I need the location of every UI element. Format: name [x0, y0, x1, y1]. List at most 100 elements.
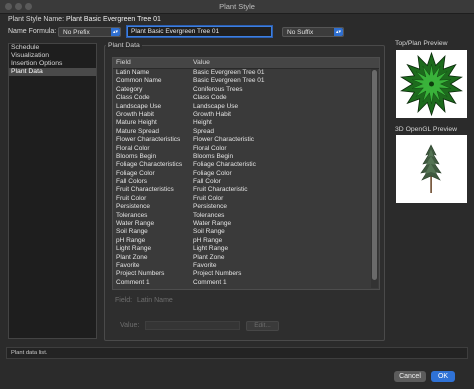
table-row[interactable]: Common Name Basic Evergreen Tree 01 [113, 77, 371, 85]
row-field: Fruit Characteristics [116, 186, 174, 194]
row-value: Foliage Characteristic [193, 161, 256, 169]
table-row[interactable]: Comment 1 Comment 1 [113, 279, 371, 287]
row-field: Project Numbers [116, 270, 165, 278]
row-field: Floral Color [116, 144, 150, 152]
table-row[interactable]: Landscape Use Landscape Use [113, 103, 371, 111]
table-row[interactable]: Flower Characteristics Flower Characteris… [113, 136, 371, 144]
row-value: Blooms Begin [193, 152, 234, 160]
table-header: Field Value [113, 58, 379, 69]
row-field: Mature Height [116, 119, 157, 127]
table-row[interactable]: Mature Spread Spread [113, 128, 371, 136]
prefix-select-value: No Prefix [63, 29, 90, 36]
plant-data-table[interactable]: Field Value Latin Name Basic Evergreen Tr… [112, 57, 380, 290]
sidebar-item-schedule[interactable]: Schedule [9, 44, 96, 52]
field-label: Field: [115, 297, 133, 304]
table-row[interactable]: Soil Range Soil Range [113, 228, 371, 236]
tree-3d-render-icon [420, 144, 442, 193]
table-row[interactable]: Water Range Water Range [113, 220, 371, 228]
sidebar-item-plant-data[interactable]: Plant Data [9, 68, 96, 76]
row-field: Light Range [116, 245, 152, 253]
ok-button[interactable]: OK [431, 371, 455, 382]
suffix-select-value: No Suffix [287, 29, 314, 36]
sidebar-item-insertion-options[interactable]: Insertion Options [9, 60, 96, 68]
title-bar: Plant Style [0, 0, 474, 14]
row-value: Floral Color [193, 144, 227, 152]
row-field: Category [116, 85, 143, 93]
row-field: Blooms Begin [116, 152, 157, 160]
row-field: Flower Characteristics [116, 136, 181, 144]
row-value: Fruit Characteristic [193, 186, 248, 194]
table-row[interactable]: Latin Name Basic Evergreen Tree 01 [113, 69, 371, 77]
table-row[interactable]: Foliage Color Foliage Color [113, 170, 371, 178]
prefix-select[interactable]: No Prefix ▴▾ [58, 27, 121, 37]
row-field: Landscape Use [116, 102, 162, 110]
row-value: Favorite [193, 261, 217, 269]
row-field: Water Range [116, 220, 155, 228]
row-value: Fruit Color [193, 194, 224, 202]
name-input[interactable]: Plant Basic Evergreen Tree 01 [127, 26, 272, 37]
row-value: Tolerances [193, 211, 225, 219]
table-row[interactable]: Category Coniferous Trees [113, 86, 371, 94]
table-row[interactable]: Foliage Characteristics Foliage Character… [113, 161, 371, 169]
row-value: Class Code [193, 94, 227, 102]
row-value: Light Range [193, 245, 229, 253]
row-field: Tolerances [116, 211, 148, 219]
table-row[interactable]: Fall Colors Fall Color [113, 178, 371, 186]
column-header-value[interactable]: Value [193, 59, 210, 66]
row-value: Basic Evergreen Tree 01 [193, 69, 265, 76]
row-value: pH Range [193, 236, 223, 244]
table-row[interactable]: Favorite Favorite [113, 262, 371, 270]
value-label: Value: [120, 322, 140, 329]
name-formula-label: Name Formula: [8, 28, 57, 35]
plant-style-name-value: Plant Basic Evergreen Tree 01 [66, 16, 161, 23]
edit-button[interactable]: Edit... [246, 321, 279, 331]
top-plan-preview [396, 50, 467, 118]
field-value: Latin Name [137, 297, 173, 304]
row-value: Growth Habit [193, 110, 231, 118]
row-value: Spread [193, 127, 214, 135]
table-row[interactable]: Floral Color Floral Color [113, 145, 371, 153]
scrollbar-thumb[interactable] [372, 70, 377, 280]
row-value: Persistence [193, 203, 227, 211]
row-value: Flower Characteristic [193, 136, 255, 144]
category-list[interactable]: Schedule Visualization Insertion Options… [8, 43, 97, 339]
table-row[interactable]: Class Code Class Code [113, 94, 371, 102]
table-row[interactable]: Plant Zone Plant Zone [113, 254, 371, 262]
row-value: Basic Evergreen Tree 01 [193, 77, 265, 85]
table-row[interactable]: Fruit Characteristics Fruit Characteristi… [113, 186, 371, 194]
table-row[interactable]: Project Numbers Project Numbers [113, 270, 371, 278]
cancel-button[interactable]: Cancel [394, 371, 426, 382]
top-plan-preview-label: Top/Plan Preview [395, 40, 448, 47]
plant-data-group-label: Plant Data [106, 42, 142, 49]
row-field: Mature Spread [116, 127, 159, 135]
sidebar-item-visualization[interactable]: Visualization [9, 52, 96, 60]
row-field: pH Range [116, 236, 146, 244]
table-row[interactable]: Growth Habit Growth Habit [113, 111, 371, 119]
table-row[interactable]: Tolerances Tolerances [113, 212, 371, 220]
row-value: Foliage Color [193, 169, 232, 177]
row-value: Plant Zone [193, 253, 225, 261]
row-field: Foliage Characteristics [116, 161, 183, 169]
window-title: Plant Style [219, 2, 255, 11]
row-field: Foliage Color [116, 169, 155, 177]
row-value: Height [193, 119, 212, 127]
status-bar: Plant data list. [6, 347, 468, 359]
row-value: Coniferous Trees [193, 85, 243, 93]
table-row[interactable]: Light Range Light Range [113, 245, 371, 253]
table-row[interactable]: Fruit Color Fruit Color [113, 195, 371, 203]
table-rows: Latin Name Basic Evergreen Tree 01 Common … [113, 69, 371, 287]
table-row[interactable]: Persistence Persistence [113, 203, 371, 211]
value-input[interactable] [145, 321, 240, 330]
vertical-scrollbar[interactable] [371, 69, 378, 288]
suffix-select[interactable]: No Suffix ▴▾ [282, 27, 344, 37]
table-row[interactable]: Mature Height Height [113, 119, 371, 127]
opengl-preview-label: 3D OpenGL Preview [395, 126, 458, 133]
row-field: Plant Zone [116, 253, 148, 261]
row-field: Latin Name [116, 69, 150, 76]
table-row[interactable]: pH Range pH Range [113, 237, 371, 245]
row-value: Landscape Use [193, 102, 239, 110]
column-header-field[interactable]: Field [116, 59, 131, 66]
row-field: Class Code [116, 94, 150, 102]
row-value: Comment 1 [193, 278, 227, 286]
table-row[interactable]: Blooms Begin Blooms Begin [113, 153, 371, 161]
